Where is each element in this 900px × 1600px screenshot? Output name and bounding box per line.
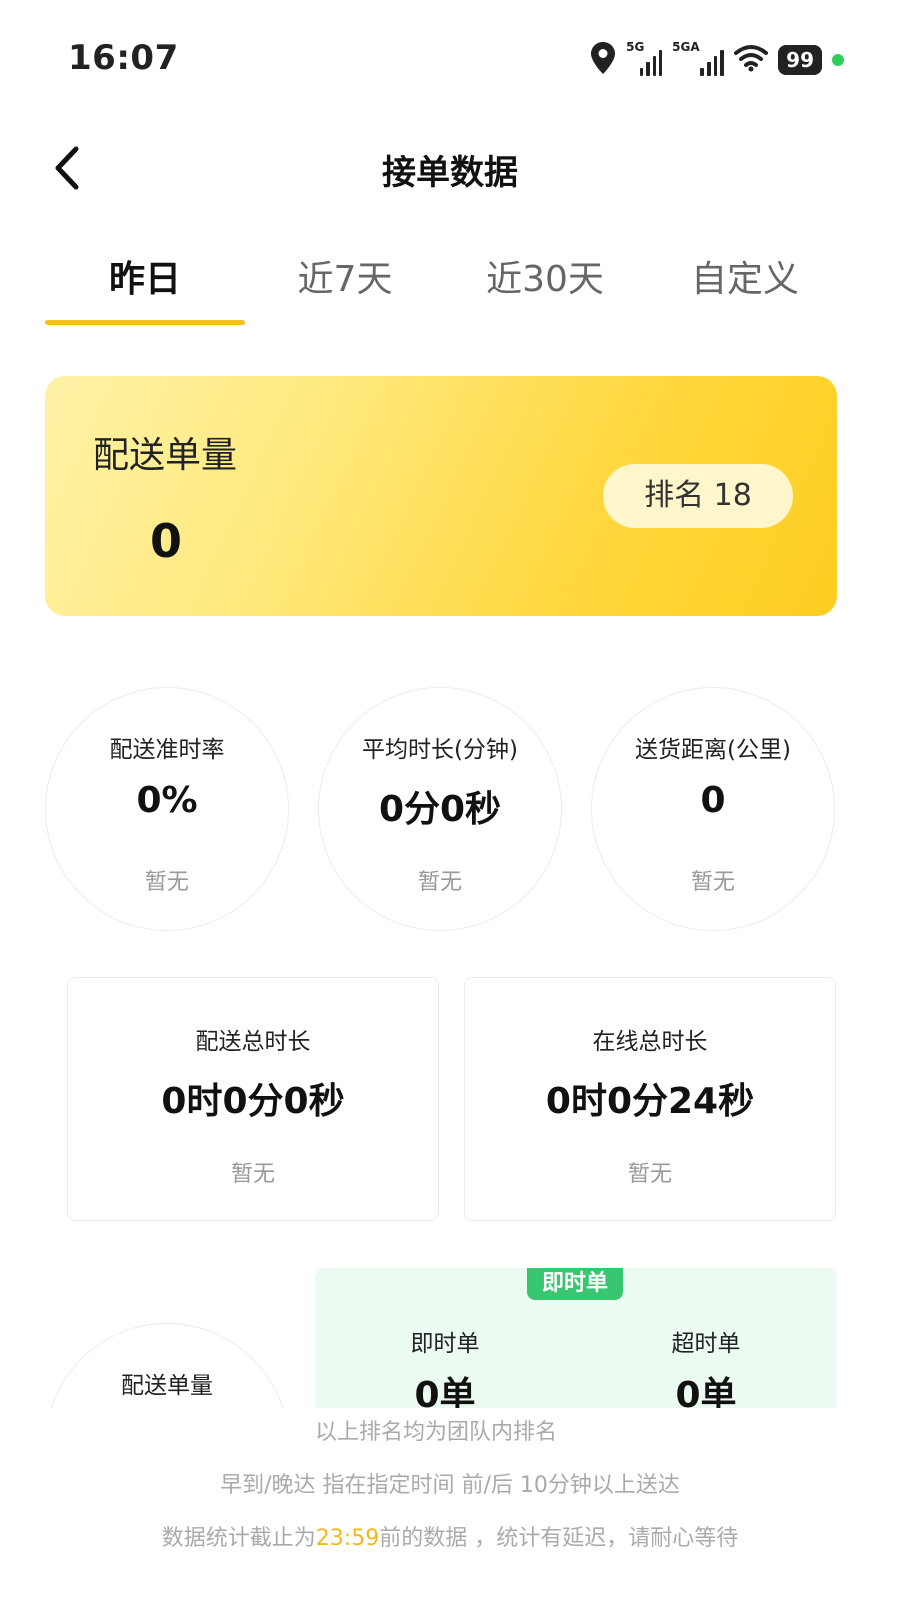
- cutoff-time: 23:59: [315, 1526, 380, 1551]
- stat-label: 配送准时率: [109, 737, 225, 763]
- status-icons: 5G 5GA 99: [590, 40, 844, 80]
- summary-label: 配送单量: [93, 435, 238, 476]
- instant-order-panel: 即时单 即时单 0单 超时单 0单: [315, 1268, 837, 1408]
- tab-custom[interactable]: 自定义: [645, 255, 845, 325]
- page-title: 接单数据: [382, 153, 518, 193]
- wifi-icon: [734, 44, 769, 76]
- total-delivery-time-card: 配送总时长 0时0分0秒 暂无: [67, 977, 439, 1221]
- early-late-note: 早到/晚达 指在指定时间 前/后 10分钟以上送达: [220, 1473, 680, 1498]
- signal-5ga-icon: 5GA: [672, 40, 725, 76]
- column-label: 超时单: [671, 1331, 741, 1357]
- stat-sub: 暂无: [230, 1162, 275, 1187]
- stat-value: 0时0分0秒: [161, 1081, 345, 1122]
- instant-order-column: 即时单 0单: [345, 1324, 545, 1408]
- on-time-rate-stat: 配送准时率 0% 暂无: [45, 687, 289, 931]
- stat-label: 平均时长(分钟): [362, 737, 518, 763]
- stat-value: 0时0分24秒: [545, 1081, 755, 1122]
- stat-label: 在线总时长: [592, 1029, 708, 1055]
- status-time: 16:07: [68, 38, 179, 78]
- stat-sub: 暂无: [690, 870, 735, 895]
- stat-value: 0%: [136, 780, 198, 821]
- stat-label: 送货距离(公里): [635, 737, 791, 763]
- data-cutoff-note: 数据统计截止为23:59前的数据 ，统计有延迟，请耐心等待: [161, 1526, 739, 1551]
- column-label: 即时单: [410, 1331, 480, 1357]
- order-count-circle: 配送单量: [45, 1323, 289, 1408]
- delivery-distance-stat: 送货距离(公里) 0 暂无: [591, 687, 835, 931]
- stat-sub: 暂无: [144, 870, 189, 895]
- column-value: 0单: [414, 1375, 476, 1408]
- stat-sub: 暂无: [417, 870, 462, 895]
- battery-indicator: 99: [778, 45, 822, 75]
- stat-value: 0分0秒: [378, 789, 502, 830]
- rank-badge: 排名 18: [603, 464, 793, 528]
- tab-7-days[interactable]: 近7天: [245, 255, 445, 325]
- tab-30-days[interactable]: 近30天: [445, 255, 645, 325]
- order-breakdown-section: 配送单量 即时单 即时单 0单 超时单 0单: [0, 1240, 900, 1408]
- ranking-note: 以上排名均为团队内排名: [315, 1420, 558, 1445]
- location-icon: [590, 41, 616, 79]
- overtime-order-column: 超时单 0单: [606, 1324, 806, 1408]
- instant-order-tag: 即时单: [527, 1268, 623, 1300]
- average-duration-stat: 平均时长(分钟) 0分0秒 暂无: [318, 687, 562, 931]
- summary-card: 配送单量 0 排名 18: [45, 376, 837, 616]
- tab-yesterday[interactable]: 昨日: [45, 255, 245, 325]
- stat-value: 0: [700, 780, 726, 821]
- summary-value: 0: [150, 514, 183, 568]
- total-online-time-card: 在线总时长 0时0分24秒 暂无: [464, 977, 836, 1221]
- stat-sub: 暂无: [627, 1162, 672, 1187]
- stat-label: 配送单量: [121, 1373, 213, 1399]
- column-value: 0单: [675, 1375, 737, 1408]
- signal-5g-icon: 5G: [626, 40, 663, 76]
- privacy-dot-icon: [832, 54, 844, 66]
- period-tabs: 昨日 近7天 近30天 自定义: [45, 255, 845, 325]
- stat-label: 配送总时长: [195, 1029, 311, 1055]
